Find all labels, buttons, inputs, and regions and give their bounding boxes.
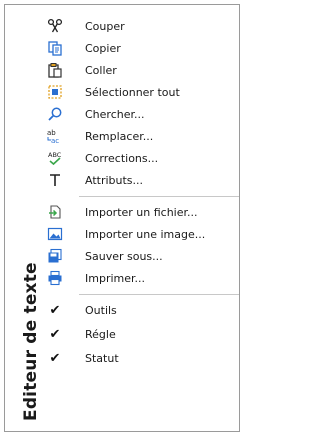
menu-item-label: Outils — [85, 303, 117, 317]
menu-item-ruler-toggle[interactable]: ✔ Régle — [43, 323, 235, 345]
copy-icon — [43, 37, 67, 59]
menu-item-cut[interactable]: Couper — [43, 15, 235, 37]
checkmark-icon: ✔ — [49, 302, 61, 318]
replace-icon: ab ac — [43, 125, 67, 147]
text-attributes-icon — [43, 169, 67, 191]
menu-item-import-image[interactable]: Importer une image... — [43, 223, 235, 245]
menu-item-print[interactable]: Imprimer... — [43, 267, 235, 289]
menu-item-select-all[interactable]: Sélectionner tout — [43, 81, 235, 103]
save-as-icon — [43, 245, 67, 267]
print-icon — [43, 267, 67, 289]
import-image-icon — [43, 223, 67, 245]
menu-item-search[interactable]: Chercher... — [43, 103, 235, 125]
spellcheck-icon: ABC — [43, 147, 67, 169]
svg-text:ab: ab — [47, 129, 56, 137]
scissors-icon — [43, 15, 67, 37]
menu-item-corrections[interactable]: ABC Corrections... — [43, 147, 235, 169]
menu-item-import-file[interactable]: Importer un fichier... — [43, 201, 235, 223]
menu-item-label: Importer un fichier... — [85, 205, 198, 219]
menu-item-label: Sélectionner tout — [85, 85, 180, 99]
menu-item-save-as[interactable]: Sauver sous... — [43, 245, 235, 267]
context-menu: Editeur de texte Couper Copier Coller Sé… — [4, 4, 240, 432]
menu-item-tools-toggle[interactable]: ✔ Outils — [43, 299, 235, 321]
menu-item-label: Sauver sous... — [85, 249, 163, 263]
paste-icon — [43, 59, 67, 81]
menu-item-label: Statut — [85, 351, 119, 365]
menu-item-attributes[interactable]: Attributs... — [43, 169, 235, 191]
menu-title: Editeur de texte — [21, 262, 41, 421]
menu-item-status-toggle[interactable]: ✔ Statut — [43, 347, 235, 369]
menu-item-copy[interactable]: Copier — [43, 37, 235, 59]
menu-item-label: Corrections... — [85, 151, 159, 165]
menu-item-paste[interactable]: Coller — [43, 59, 235, 81]
menu-item-label: Régle — [85, 327, 116, 341]
menu-item-label: Attributs... — [85, 173, 144, 187]
menu-item-replace[interactable]: ab ac Remplacer... — [43, 125, 235, 147]
menu-separator — [79, 294, 239, 295]
svg-text:ac: ac — [51, 137, 59, 144]
menu-item-label: Importer une image... — [85, 227, 206, 241]
search-icon — [43, 103, 67, 125]
select-all-icon — [43, 81, 67, 103]
menu-item-label: Imprimer... — [85, 271, 146, 285]
menu-item-label: Copier — [85, 41, 121, 55]
menu-item-label: Coller — [85, 63, 117, 77]
checkmark-icon: ✔ — [49, 350, 61, 366]
checkmark-icon: ✔ — [49, 326, 61, 342]
import-file-icon — [43, 201, 67, 223]
menu-item-label: Couper — [85, 19, 125, 33]
menu-item-label: Remplacer... — [85, 129, 154, 143]
menu-separator — [79, 196, 239, 197]
menu-item-label: Chercher... — [85, 107, 145, 121]
